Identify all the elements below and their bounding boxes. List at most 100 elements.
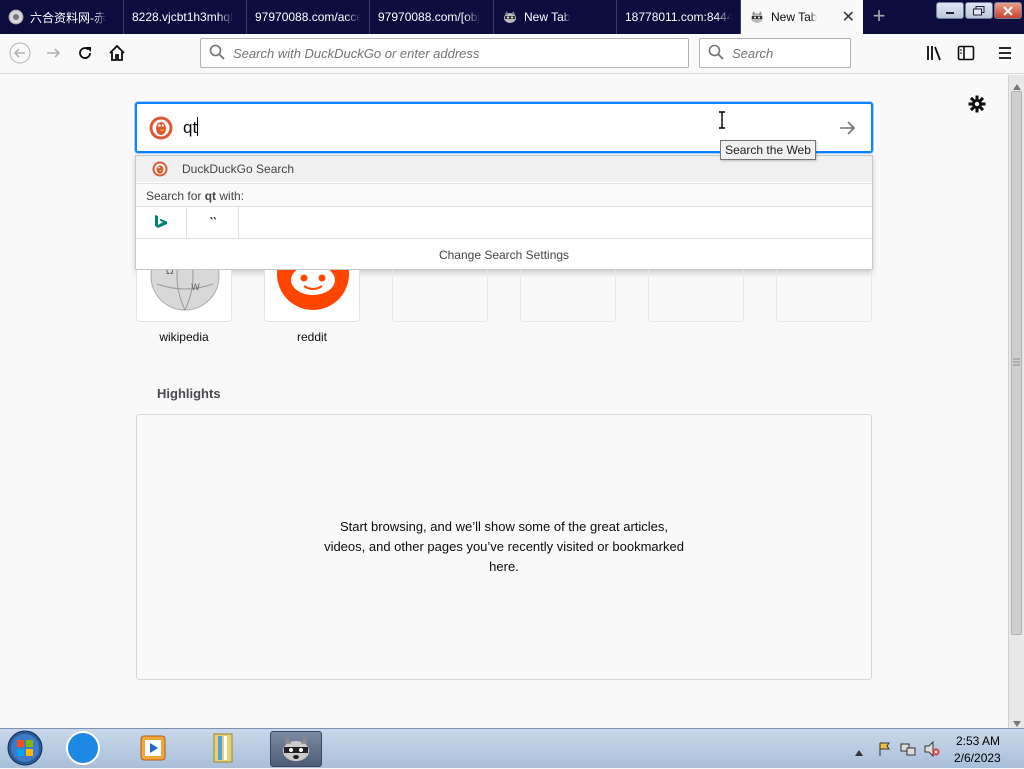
search-go-arrow-icon[interactable] xyxy=(837,118,857,138)
tab-title: 97970088.com/[obj xyxy=(378,10,481,24)
clock-date[interactable]: 2/6/2023 xyxy=(954,751,1001,765)
topsite-reddit[interactable] xyxy=(264,270,360,322)
tab-strip: 六合资料网-赤 8228.vjcbt1h3mhql 97970088.com/a… xyxy=(0,0,1024,34)
raccoon-icon xyxy=(749,9,765,25)
search-tooltip: Search the Web xyxy=(720,140,816,160)
search-icon xyxy=(209,44,225,63)
tab-new-tab[interactable]: New Tab xyxy=(494,0,617,34)
search-suggestions-popup: DuckDuckGo Search Search for qt with: ‵‵… xyxy=(135,155,873,270)
site-icon xyxy=(8,9,24,25)
tab-title: New Tab xyxy=(771,10,818,24)
tab-8228[interactable]: 8228.vjcbt1h3mhql xyxy=(124,0,247,34)
sidebar-toggle-button[interactable] xyxy=(952,40,980,68)
raccoon-icon xyxy=(279,733,313,766)
topsite-empty-slot xyxy=(648,270,744,322)
sidebar-icon xyxy=(957,44,975,65)
change-search-settings-label: Change Search Settings xyxy=(438,248,570,262)
tab-title: 8228.vjcbt1h3mhql xyxy=(132,10,233,24)
taskbar-file-explorer[interactable] xyxy=(198,731,248,767)
topsite-wikipedia[interactable]: ΩW xyxy=(136,270,232,322)
close-tab-icon[interactable]: ✕ xyxy=(836,7,855,27)
navigation-toolbar xyxy=(0,34,1024,74)
search-for-header: Search for qt with: xyxy=(136,183,872,207)
tab-title: 18778011.com:8444 xyxy=(625,10,732,24)
tooltip-text: Search the Web xyxy=(725,143,811,157)
back-button[interactable] xyxy=(6,40,34,68)
volume-muted-icon[interactable] xyxy=(924,740,940,760)
wikipedia-globe-icon: ΩW xyxy=(149,270,221,315)
taskbar-firefox-active[interactable] xyxy=(270,731,322,767)
highlights-empty-panel: Start browsing, and we’ll show some of t… xyxy=(136,414,872,680)
clock-time[interactable]: 2:53 AM xyxy=(956,734,1000,748)
change-search-settings-button[interactable]: Change Search Settings xyxy=(136,240,872,270)
quotes-engine-button[interactable]: ‵‵ xyxy=(188,207,239,238)
restore-window-button[interactable] xyxy=(965,2,993,19)
show-hidden-icons-icon[interactable] xyxy=(855,745,863,759)
start-button[interactable] xyxy=(2,730,48,769)
highlights-empty-message: Start browsing, and we’ll show some of t… xyxy=(324,519,684,574)
svg-text:W: W xyxy=(191,283,200,293)
search-bar[interactable] xyxy=(699,38,851,68)
tab-18778011[interactable]: 18778011.com:8444 xyxy=(617,0,741,34)
one-off-engines-row: ‵‵ xyxy=(136,206,872,239)
topsite-empty-slot xyxy=(392,270,488,322)
search-bar-input[interactable] xyxy=(732,45,842,61)
new-tab-button[interactable]: + xyxy=(866,4,892,30)
forward-arrow-icon xyxy=(44,44,62,65)
bing-engine-button[interactable] xyxy=(136,207,187,238)
text-caret xyxy=(197,117,199,136)
windows-taskbar: 2:53 AM 2/6/2023 xyxy=(0,728,1024,768)
topsite-label: wikipedia xyxy=(159,330,209,344)
topsite-empty-slot xyxy=(776,270,872,322)
tab-title: 六合资料网-赤 xyxy=(30,10,106,25)
address-input[interactable] xyxy=(233,45,653,61)
newtab-settings-gear-icon[interactable] xyxy=(967,94,987,114)
home-button[interactable] xyxy=(103,40,131,68)
tab-title: New Tab xyxy=(524,10,571,24)
popup-engine-label: DuckDuckGo Search xyxy=(182,162,295,176)
back-arrow-icon xyxy=(9,42,31,67)
svg-text:Ω: Ω xyxy=(166,270,174,277)
highlights-heading: Highlights xyxy=(157,386,221,401)
hamburger-menu-icon xyxy=(997,45,1013,64)
duckduckgo-icon xyxy=(149,116,173,140)
search-icon xyxy=(708,44,724,63)
browser-compass-icon xyxy=(66,730,100,768)
quotes-icon: ‵‵ xyxy=(209,214,217,230)
bing-icon xyxy=(153,213,169,232)
taskbar-ie-app[interactable] xyxy=(58,730,108,768)
topsite-empty-slot xyxy=(520,270,616,322)
home-icon xyxy=(108,44,126,65)
search-query-text: qt xyxy=(183,118,198,137)
tab-liuhe[interactable]: 六合资料网-赤 xyxy=(0,0,124,34)
scrollbar-thumb[interactable] xyxy=(1011,91,1022,635)
media-player-icon xyxy=(138,733,168,766)
raccoon-icon xyxy=(502,9,518,25)
search-for-query: qt xyxy=(204,188,217,203)
library-icon xyxy=(925,44,943,65)
duckduckgo-icon xyxy=(152,161,168,177)
windows-start-orb-icon xyxy=(7,730,43,769)
tab-97970088-obj[interactable]: 97970088.com/[obj xyxy=(370,0,494,34)
search-for-suffix: with: xyxy=(219,188,245,203)
close-window-button[interactable] xyxy=(994,2,1022,19)
library-button[interactable] xyxy=(920,40,948,68)
page-scrollbar[interactable] xyxy=(1008,75,1024,728)
taskbar-media-player[interactable] xyxy=(128,731,178,767)
tab-97970088-acce[interactable]: 97970088.com/acce xyxy=(247,0,370,34)
reddit-icon xyxy=(275,270,351,315)
tab-title: 97970088.com/acce xyxy=(255,10,361,24)
topsite-label: reddit xyxy=(296,330,328,344)
minimize-window-button[interactable] xyxy=(936,2,964,19)
network-icon[interactable] xyxy=(900,741,916,760)
action-center-flag-icon[interactable] xyxy=(878,741,892,760)
tab-new-tab-active[interactable]: New Tab ✕ xyxy=(741,0,863,34)
address-bar[interactable] xyxy=(200,38,689,68)
menu-button[interactable] xyxy=(991,40,1019,68)
forward-button[interactable] xyxy=(39,40,67,68)
ibeam-cursor-icon xyxy=(717,111,727,129)
search-for-prefix: Search for xyxy=(146,188,202,203)
reload-icon xyxy=(76,44,94,65)
newtab-search-input[interactable]: qt xyxy=(183,117,199,138)
reload-button[interactable] xyxy=(71,40,99,68)
